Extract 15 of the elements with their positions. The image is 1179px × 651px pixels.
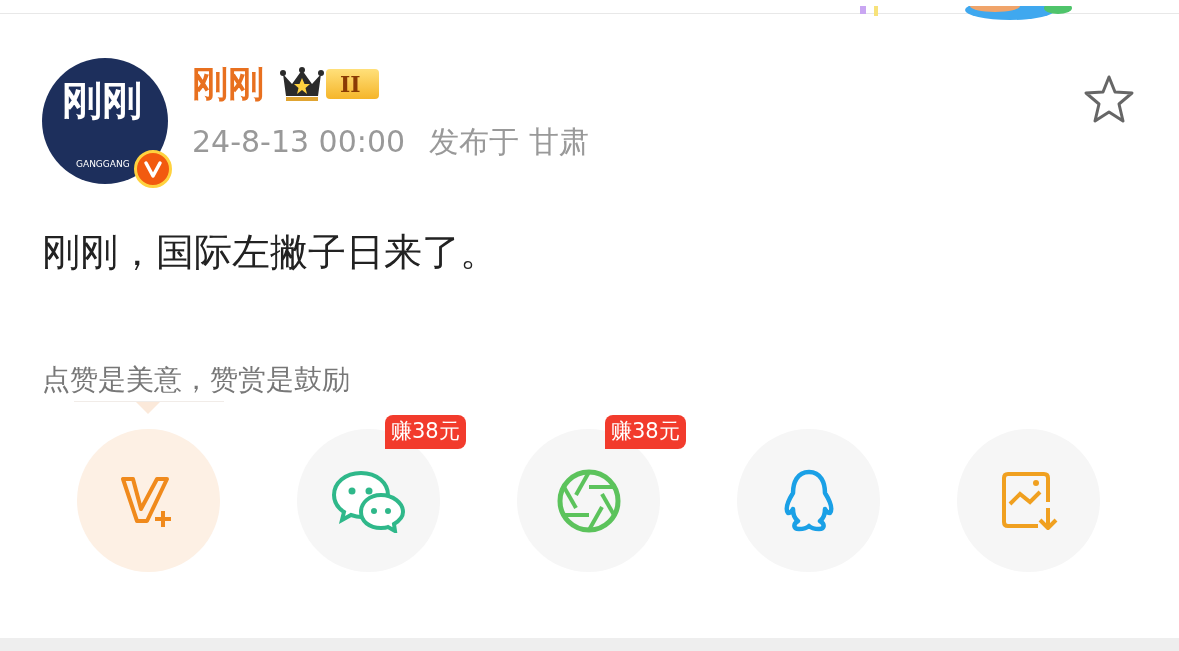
chat-bubbles-icon <box>330 468 407 533</box>
save-image-icon <box>999 469 1058 532</box>
post-time: 24-8-13 00:00 <box>192 123 406 162</box>
favorite-icon[interactable] <box>1083 74 1135 124</box>
reward-badge: 赚38元 <box>385 415 466 449</box>
level-badge: II <box>326 68 379 99</box>
crown-icon <box>280 65 324 102</box>
reward-badge: 赚38元 <box>605 415 686 449</box>
avatar-subtext: GANGGANG <box>76 158 130 171</box>
post-text: 刚刚，国际左撇子日来了。 <box>41 229 499 276</box>
aperture-icon <box>555 467 622 534</box>
avatar-text: 刚刚 <box>62 80 142 120</box>
hint-text: 点赞是美意，赞赏是鼓励 <box>41 362 351 398</box>
post-location: 发布于 甘肃 <box>429 123 589 162</box>
pointer-icon <box>136 402 160 414</box>
